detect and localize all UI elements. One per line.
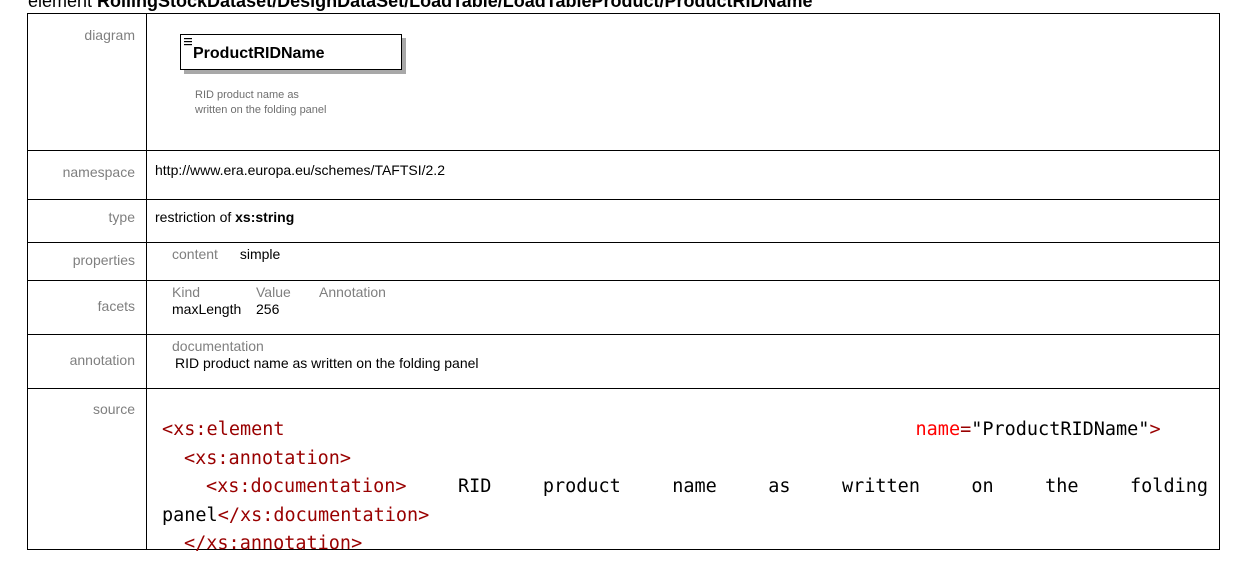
- facets-head-annotation: Annotation: [319, 284, 386, 300]
- diagram-element-name: ProductRIDName: [193, 45, 325, 62]
- type-label: type: [27, 199, 147, 243]
- source-annotation-close: </xs:annotation>: [184, 533, 363, 554]
- source-line-1: <xs:element name="ProductRIDName">: [162, 416, 1208, 445]
- annotation-key: documentation: [172, 338, 264, 354]
- element-diagram-box: ProductRIDName: [180, 34, 402, 70]
- source-eq: =: [960, 419, 972, 440]
- annotation-value: documentation RID product name as writte…: [146, 334, 1220, 389]
- row-facets: facets Kind Value Annotation maxLength 256: [27, 280, 1220, 335]
- source-doc-text-cont: panel: [162, 504, 218, 526]
- source-documentation-close: </xs:documentation>: [217, 504, 430, 526]
- diagram-note-line-1: RID product name as: [195, 89, 299, 101]
- properties-key: content: [172, 246, 218, 262]
- source-attr-name: name: [915, 419, 961, 440]
- source-label: source: [27, 388, 147, 550]
- title-path: RollingStockDataset/DesignDataSet/LoadTa…: [97, 0, 813, 11]
- source-line-5: </xs:annotation>: [162, 530, 1208, 559]
- facets-table: Kind Value Annotation maxLength 256: [146, 280, 1220, 335]
- row-properties: properties content simple: [27, 242, 1220, 281]
- facets-head-kind: Kind: [172, 284, 201, 300]
- row-namespace: namespace http://www.era.europa.eu/schem…: [27, 150, 1220, 200]
- source-element-open: <xs:element: [162, 419, 285, 440]
- type-prefix: restriction of: [155, 209, 236, 225]
- facet-value: 256: [256, 301, 280, 317]
- source-code: <xs:element name="ProductRIDName"> <xs:an…: [162, 416, 1208, 559]
- page-title: element RollingStockDataset/DesignDataSe…: [28, 0, 813, 11]
- properties-value: content simple: [146, 242, 1220, 281]
- row-annotation: annotation documentation RID product nam…: [27, 334, 1220, 389]
- source-close-bracket: >: [1149, 419, 1161, 440]
- facets-label: facets: [27, 280, 147, 335]
- element-lines-icon: [184, 38, 192, 46]
- source-doc-text: RID product name as written on the foldi…: [406, 476, 1208, 497]
- type-base: xs:string: [235, 209, 295, 225]
- diagram-note-line-2: written on the folding panel: [195, 104, 327, 116]
- namespace-value: http://www.era.europa.eu/schemes/TAFTSI/…: [146, 150, 1220, 200]
- annotation-label: annotation: [27, 334, 147, 389]
- properties-val: simple: [239, 246, 281, 262]
- source-attr-value: "ProductRIDName": [971, 419, 1150, 440]
- row-type: type restriction of xs:string: [27, 199, 1220, 243]
- diagram-label: diagram: [27, 13, 147, 151]
- source-documentation-open: <xs:documentation>: [206, 476, 407, 497]
- title-prefix: element: [28, 0, 98, 11]
- properties-label: properties: [27, 242, 147, 281]
- source-line-4: panel</xs:documentation>: [162, 502, 1208, 531]
- source-annotation-open: <xs:annotation>: [184, 447, 352, 469]
- type-value: restriction of xs:string: [146, 199, 1220, 243]
- facet-kind: maxLength: [172, 301, 242, 317]
- source-line-3: <xs:documentation> RID product name as w…: [162, 473, 1208, 502]
- annotation-text: RID product name as written on the foldi…: [175, 355, 479, 371]
- facets-head-value: Value: [256, 284, 291, 300]
- namespace-label: namespace: [27, 150, 147, 200]
- diagram-note: RID product name as written on the foldi…: [195, 88, 455, 118]
- source-line-2: <xs:annotation>: [162, 445, 1208, 474]
